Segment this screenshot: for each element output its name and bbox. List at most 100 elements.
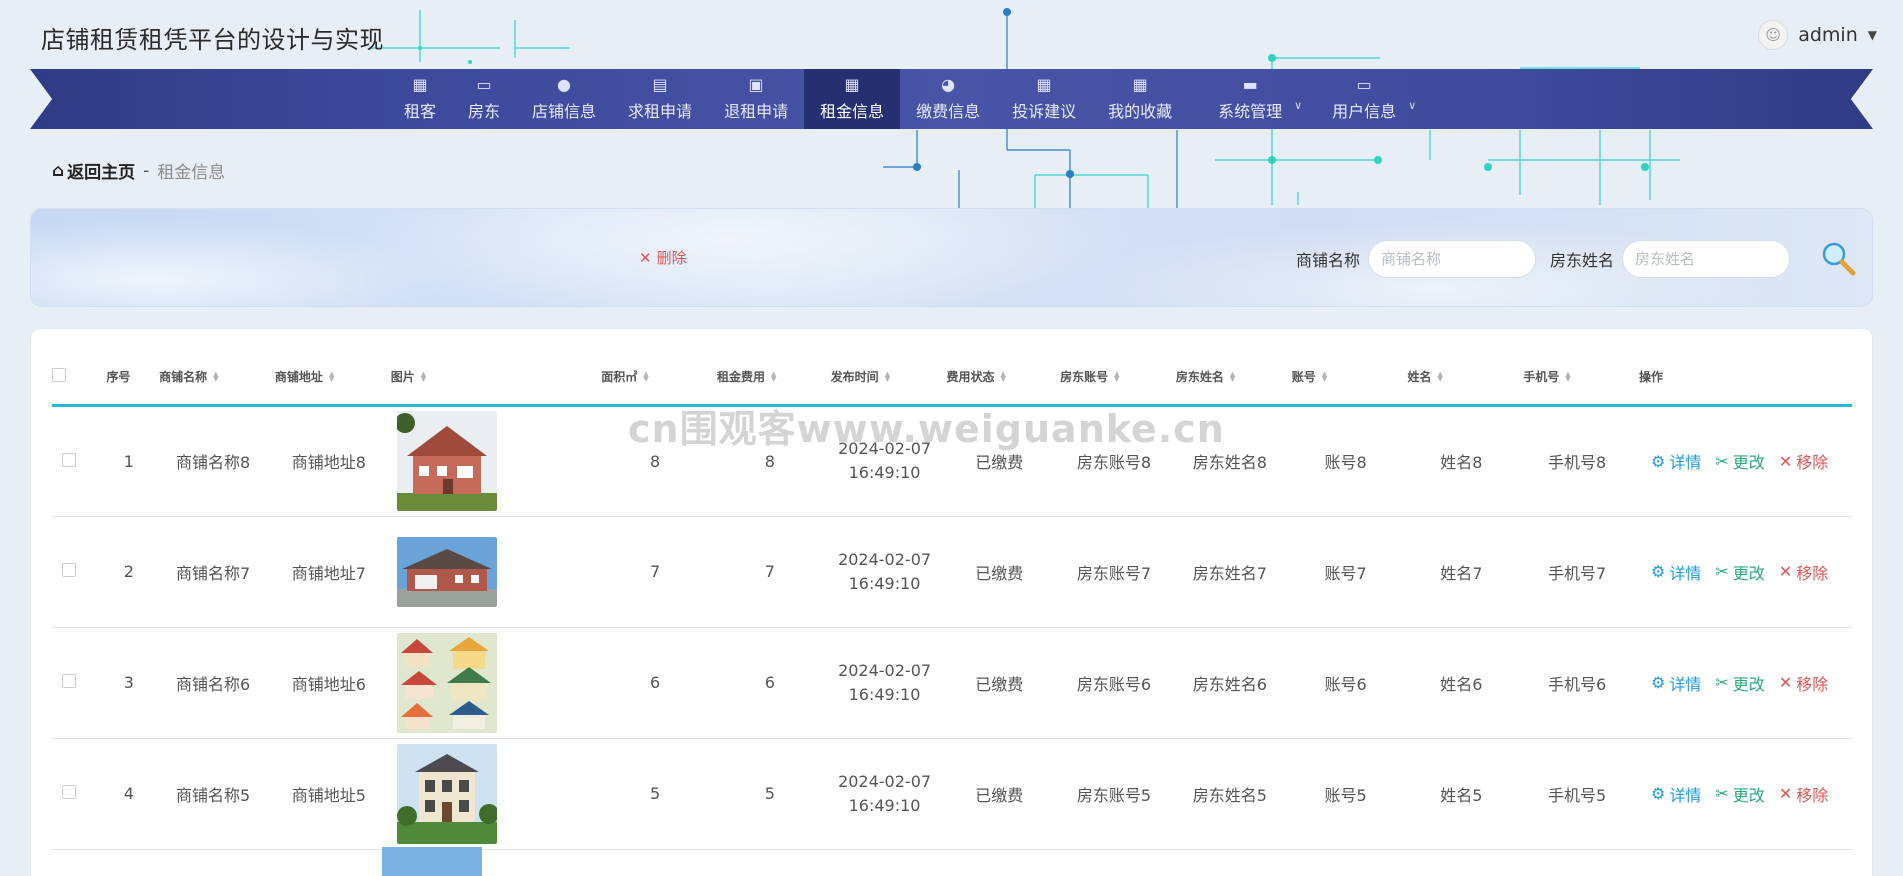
sort-icon: ▲ ▼ (643, 370, 649, 384)
cell-status: 已缴费 (975, 785, 1024, 805)
col-header-name[interactable]: 姓名 ▲ ▼ (1403, 349, 1519, 405)
row-checkbox[interactable] (62, 563, 76, 577)
breadcrumb: ⌂ 返回主页 - 租金信息 (52, 158, 225, 184)
nav-label: 缴费信息 (916, 102, 981, 121)
chevron-down-icon: ∨ (1408, 99, 1417, 112)
cell-account: 账号7 (1324, 563, 1367, 583)
remove-button[interactable]: ✕ 移除 (1779, 671, 1828, 695)
nav-item-rent-request[interactable]: ▤ 求租申请 (612, 69, 708, 129)
cell-account: 账号8 (1324, 453, 1367, 472)
grid-icon: ▦ (844, 75, 860, 94)
select-all-checkbox[interactable] (52, 349, 103, 405)
row-checkbox[interactable] (62, 452, 76, 467)
nav-label: 求租申请 (628, 102, 693, 121)
nav-item-tenant[interactable]: ▦ 租客 (388, 69, 452, 129)
cell-landlord-account: 房东账号5 (1076, 785, 1152, 805)
detail-button[interactable]: ⚙ 详情 (1651, 560, 1701, 584)
app-title: 店铺租赁租凭平台的设计与实现 (41, 26, 384, 54)
nav-item-payment-info[interactable]: ◕ 缴费信息 (900, 69, 996, 129)
cell-publish-time: 2024-02-07 16:49:10 (838, 549, 932, 593)
cell-shop-address: 商铺地址5 (291, 785, 366, 805)
col-header-landlord-account[interactable]: 房东账号 ▲ ▼ (1056, 349, 1172, 405)
user-menu[interactable]: ☺ admin ▼ (1758, 20, 1877, 50)
breadcrumb-home-label: 返回主页 (67, 163, 136, 183)
edit-button[interactable]: ✂ 更改 (1715, 671, 1764, 695)
shop-image[interactable] (396, 411, 497, 511)
bulb-icon: ◕ (941, 75, 956, 94)
row-checkbox[interactable] (62, 674, 76, 688)
data-table-card: 序号 商铺名称 ▲ ▼ 商铺地址 ▲ ▼ 图片 ▲ ▼ 面积㎡ ▲ ▼ 租金费用 ▲ ▼ 发布时间 ▲… (30, 328, 1873, 876)
cell-name: 姓名6 (1440, 674, 1483, 694)
detail-button[interactable]: ⚙ 详情 (1651, 671, 1701, 695)
col-header-account[interactable]: 账号 ▲ ▼ (1288, 349, 1404, 405)
nav-item-complaint[interactable]: ▦ 投诉建议 (996, 69, 1092, 129)
edit-button[interactable]: ✂ 更改 (1715, 560, 1764, 584)
main-nav: ▦ 租客 ▭ 房东 ● 店铺信息 ▤ 求租申请 ▣ 退租申请 ▦ 租金信息 ◕ … (388, 69, 1430, 129)
close-icon: ✕ (1778, 784, 1793, 803)
cell-rent: 8 (764, 451, 775, 471)
cell-phone: 手机号8 (1548, 453, 1607, 472)
detail-button[interactable]: ⚙ 详情 (1651, 449, 1701, 473)
nav-item-system[interactable]: ▬ 系统管理 ∨ (1188, 69, 1316, 129)
gear-icon: ⚙ (1651, 562, 1666, 581)
col-header-shop-name[interactable]: 商铺名称 ▲ ▼ (155, 349, 271, 405)
remove-button[interactable]: ✕ 移除 (1779, 560, 1828, 584)
avatar: ☺ (1758, 20, 1789, 50)
shop-image[interactable] (396, 743, 497, 844)
nav-item-landlord[interactable]: ▭ 房东 (452, 69, 516, 129)
monitor-icon: ▭ (476, 75, 492, 94)
nav-item-rent-info[interactable]: ▦ 租金信息 (804, 69, 901, 129)
col-header-area[interactable]: 面积㎡ ▲ ▼ (597, 349, 713, 405)
col-header-status[interactable]: 费用状态 ▲ ▼ (942, 349, 1056, 405)
clipboard-icon: ▣ (748, 75, 764, 94)
edit-button[interactable]: ✂ 更改 (1715, 449, 1764, 473)
nav-label: 用户信息 (1332, 102, 1397, 121)
cell-rent: 5 (764, 784, 775, 803)
col-header-no: 序号 (106, 369, 131, 384)
delete-label: 删除 (656, 249, 687, 267)
nav-item-user-info[interactable]: ▭ 用户信息 ∨ (1316, 69, 1430, 129)
landlord-name-input[interactable] (1622, 240, 1791, 278)
detail-button[interactable]: ⚙ 详情 (1651, 782, 1701, 806)
delete-button[interactable]: ✕ 删除 (639, 247, 687, 268)
search-panel: ✕ 删除 商铺名称 房东姓名 (30, 208, 1873, 307)
shop-image[interactable] (396, 536, 497, 607)
sort-icon: ▲ ▼ (1565, 370, 1571, 384)
shop-image[interactable] (396, 632, 497, 733)
home-icon: ⌂ (52, 160, 65, 181)
col-header-landlord-name[interactable]: 房东姓名 ▲ ▼ (1172, 349, 1288, 405)
cell-shop-name: 商铺名称6 (175, 674, 251, 694)
col-header-shop-address[interactable]: 商铺地址 ▲ ▼ (271, 349, 387, 405)
sort-icon: ▲ ▼ (1437, 370, 1443, 384)
search-icon[interactable] (1819, 239, 1859, 279)
col-header-image[interactable]: 图片 ▲ ▼ (387, 349, 598, 405)
cell-actions: ⚙ 详情 ✂ 更改 ✕ 移除 (1635, 627, 1852, 738)
cell-actions: ⚙ 详情 ✂ 更改 ✕ 移除 (1635, 738, 1852, 849)
cell-publish-time: 2024-02-07 16:49:10 (838, 771, 932, 815)
sort-icon: ▲ ▼ (213, 370, 219, 384)
shop-name-input[interactable] (1368, 240, 1537, 278)
col-header-publish-time[interactable]: 发布时间 ▲ ▼ (827, 349, 943, 405)
nav-item-shop-info[interactable]: ● 店铺信息 (516, 69, 612, 129)
nav-item-return-request[interactable]: ▣ 退租申请 (708, 69, 804, 129)
wrench-icon: ✂ (1715, 784, 1729, 803)
cell-rent: 6 (764, 673, 775, 692)
sort-icon: ▲ ▼ (771, 370, 777, 384)
col-header-rent[interactable]: 租金费用 ▲ ▼ (713, 349, 827, 405)
shop-image[interactable] (382, 847, 482, 876)
col-header-actions: 操作 (1639, 369, 1664, 384)
remove-button[interactable]: ✕ 移除 (1779, 782, 1828, 806)
cell-shop-address: 商铺地址6 (291, 674, 366, 694)
row-checkbox[interactable] (62, 785, 76, 799)
table-header-row: 序号 商铺名称 ▲ ▼ 商铺地址 ▲ ▼ 图片 ▲ ▼ 面积㎡ ▲ ▼ 租金费用 ▲ ▼ 发布时间 ▲… (52, 349, 1852, 405)
gear-icon: ⚙ (1651, 451, 1666, 471)
col-header-phone[interactable]: 手机号 ▲ ▼ (1519, 349, 1635, 405)
nav-item-favorites[interactable]: ▦ 我的收藏 (1092, 69, 1188, 129)
cell-shop-name: 商铺名称5 (175, 785, 251, 805)
remove-button[interactable]: ✕ 移除 (1779, 449, 1828, 473)
wrench-icon: ✂ (1715, 673, 1729, 692)
cell-landlord-name: 房东姓名7 (1192, 563, 1267, 583)
cell-shop-name: 商铺名称8 (175, 453, 251, 472)
edit-button[interactable]: ✂ 更改 (1715, 782, 1764, 806)
breadcrumb-home[interactable]: ⌂ 返回主页 (52, 158, 136, 184)
